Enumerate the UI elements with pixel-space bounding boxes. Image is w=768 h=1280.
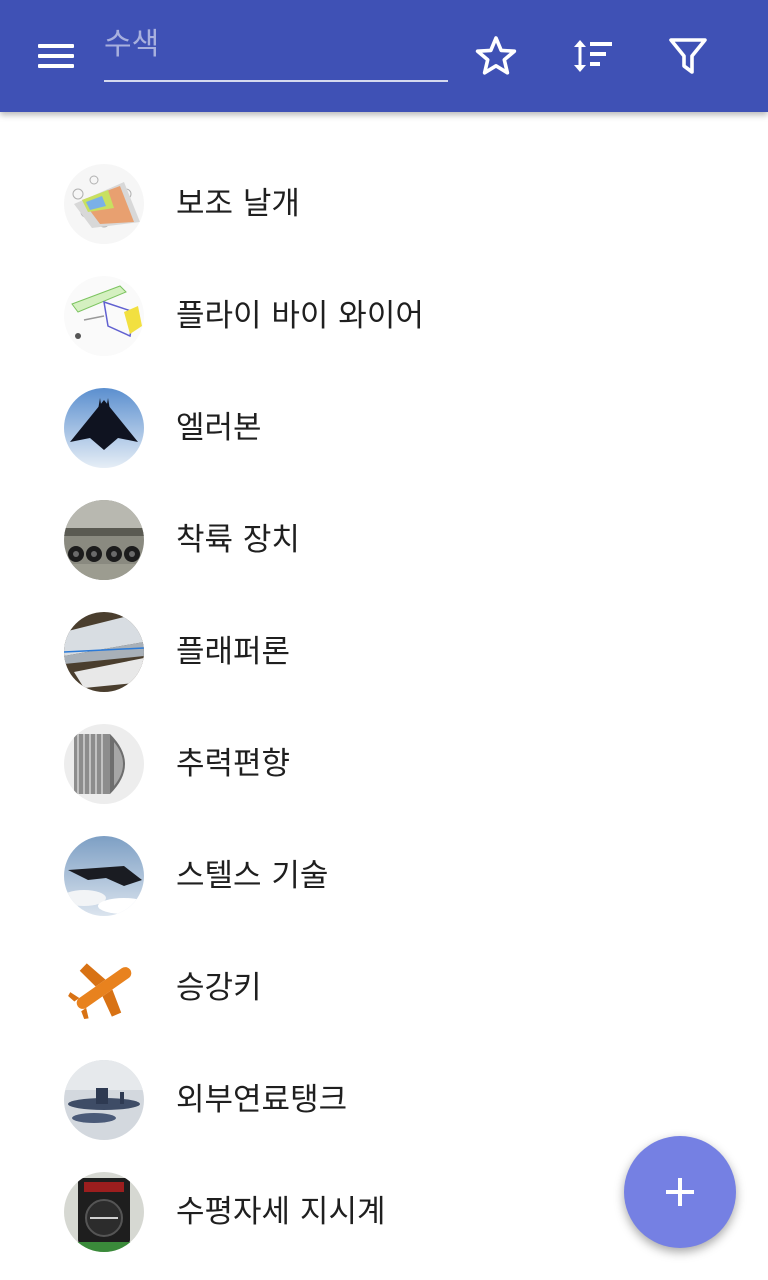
menu-icon[interactable] <box>30 36 82 76</box>
search-field <box>104 20 448 82</box>
menu-bar <box>38 64 74 68</box>
fly-by-wire-thumbnail <box>64 276 144 356</box>
list-item[interactable]: 플래퍼론 <box>0 596 768 708</box>
attitude-indicator-thumbnail <box>64 1172 144 1252</box>
list-item-label: 스텔스 기술 <box>176 858 329 894</box>
aileron-thumbnail <box>64 164 144 244</box>
list-item-label: 플래퍼론 <box>176 634 291 670</box>
search-input[interactable] <box>104 20 448 74</box>
landing-gear-thumbnail <box>64 500 144 580</box>
elevon-stealth-jet-thumbnail <box>64 388 144 468</box>
flaperon-wing-thumbnail <box>64 612 144 692</box>
elevator-plane-thumbnail <box>64 948 144 1028</box>
list-item-label: 엘러본 <box>176 410 262 446</box>
list-item-label: 외부연료탱크 <box>176 1082 348 1118</box>
list-item[interactable]: 추력편향 <box>0 708 768 820</box>
list-item-label: 착륙 장치 <box>176 522 300 558</box>
menu-bar <box>38 54 74 58</box>
list-item[interactable]: 스텔스 기술 <box>0 820 768 932</box>
list-item-label: 승강키 <box>176 970 262 1006</box>
list-item[interactable]: 엘러본 <box>0 372 768 484</box>
filter-icon <box>669 38 707 74</box>
app-toolbar <box>0 0 768 112</box>
list-item[interactable]: 보조 날개 <box>0 148 768 260</box>
fuel-tank-jet-thumbnail <box>64 1060 144 1140</box>
plus-icon <box>678 1178 682 1206</box>
filter-button[interactable] <box>658 26 718 86</box>
list-item-label: 플라이 바이 와이어 <box>176 298 424 334</box>
favorites-button[interactable] <box>466 26 526 86</box>
star-outline-icon <box>475 36 517 75</box>
article-list: 보조 날개 플라이 바이 와이어 엘러본 착륙 장치 플래퍼론 추력편향 스텔스… <box>0 148 768 1268</box>
list-item[interactable]: 플라이 바이 와이어 <box>0 260 768 372</box>
list-item[interactable]: 외부연료탱크 <box>0 1044 768 1156</box>
list-item-label: 수평자세 지시계 <box>176 1194 386 1230</box>
sort-icon <box>574 40 612 72</box>
sort-button[interactable] <box>562 26 622 86</box>
menu-bar <box>38 44 74 48</box>
list-item[interactable]: 착륙 장치 <box>0 484 768 596</box>
list-item[interactable]: 승강키 <box>0 932 768 1044</box>
list-item-label: 추력편향 <box>176 746 291 782</box>
thrust-nozzle-thumbnail <box>64 724 144 804</box>
add-button[interactable] <box>624 1136 736 1248</box>
list-item-label: 보조 날개 <box>176 186 300 222</box>
stealth-bomber-thumbnail <box>64 836 144 916</box>
